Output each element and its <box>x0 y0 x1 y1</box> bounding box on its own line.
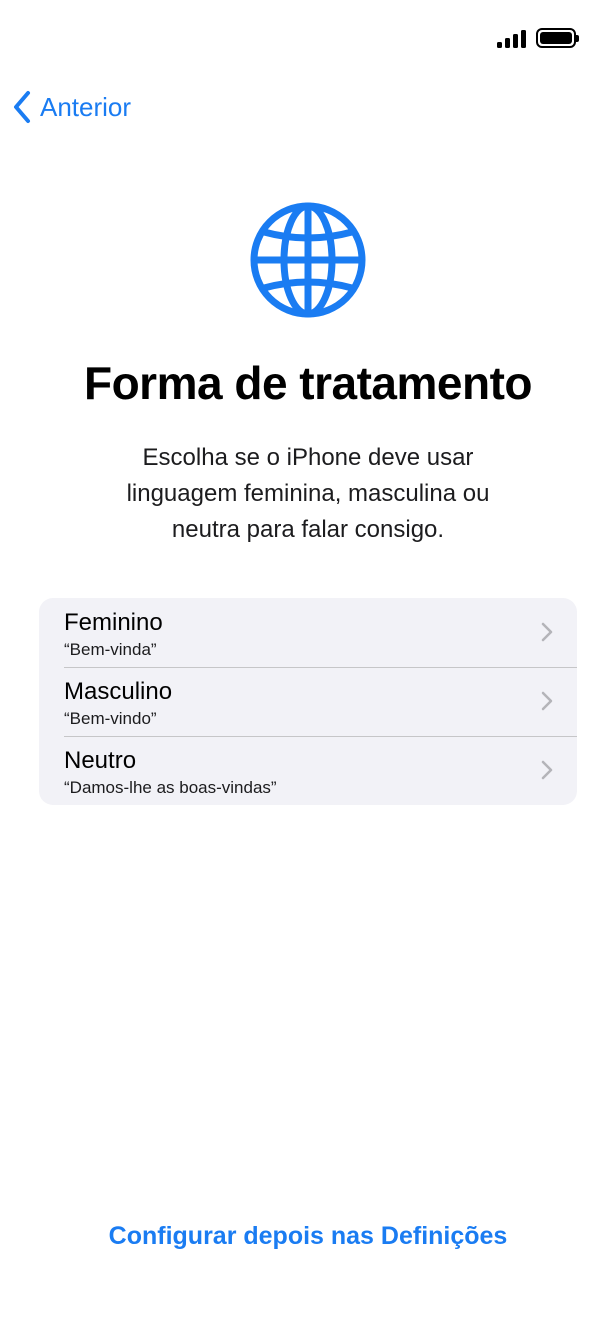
option-subtitle: “Bem-vindo” <box>64 709 157 728</box>
option-title: Masculino <box>64 678 173 705</box>
options-list: Feminino “Bem-vinda” Masculino “Bem-vind… <box>39 598 577 805</box>
setup-screen: Anterior Forma de tratamento Escolha se … <box>0 0 616 1333</box>
configure-later-link[interactable]: Configurar depois nas Definições <box>0 1222 616 1251</box>
chevron-left-icon <box>14 91 30 123</box>
option-subtitle: “Damos-lhe as boas-vindas” <box>64 778 277 797</box>
back-label: Anterior <box>40 91 132 122</box>
option-neutro[interactable]: Neutro “Damos-lhe as boas-vindas” <box>39 736 577 805</box>
back-button[interactable]: Anterior <box>12 90 131 124</box>
option-masculino[interactable]: Masculino “Bem-vindo” <box>39 667 577 736</box>
page-title: Forma de tratamento <box>83 357 533 409</box>
signal-icon <box>497 28 526 48</box>
page-description: Escolha se o iPhone deve usar linguagem … <box>126 444 490 543</box>
chevron-right-icon <box>541 622 553 642</box>
status-bar <box>497 28 579 48</box>
option-subtitle: “Bem-vinda” <box>64 640 157 659</box>
chevron-right-icon <box>541 760 553 780</box>
option-title: Feminino <box>64 609 163 636</box>
option-feminino[interactable]: Feminino “Bem-vinda” <box>39 598 577 667</box>
globe-icon <box>250 202 366 318</box>
battery-icon <box>536 28 579 48</box>
option-title: Neutro <box>64 747 137 774</box>
chevron-right-icon <box>541 691 553 711</box>
